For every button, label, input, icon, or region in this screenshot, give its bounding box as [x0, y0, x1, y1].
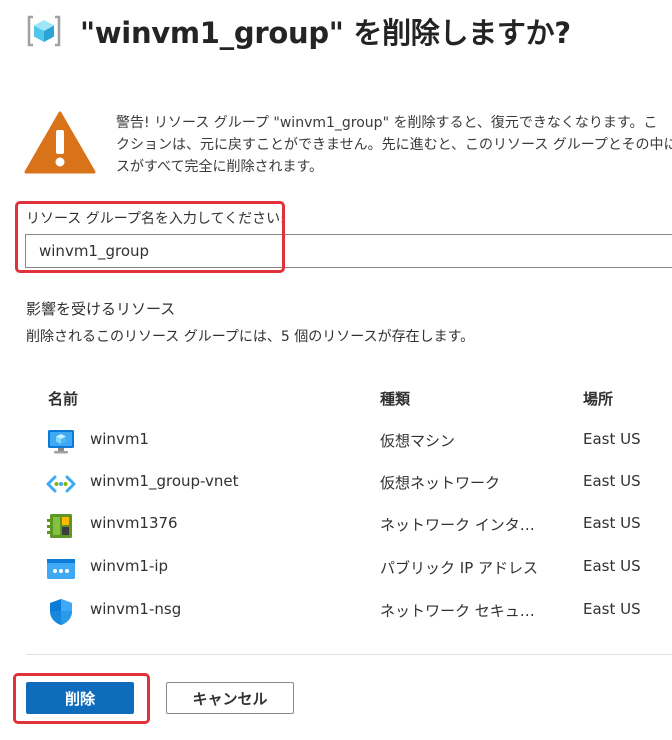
- virtual-network-icon: [46, 475, 76, 493]
- table-row: winvm1376 ネットワーク インターフェ... East US: [0, 505, 672, 547]
- delete-button[interactable]: 削除: [26, 682, 134, 714]
- table-row: winvm1-nsg ネットワーク セキュリテ... East US: [0, 591, 672, 633]
- table-row: winvm1 仮想マシン East US: [0, 421, 672, 463]
- dialog-title: "winvm1_group" を削除しますか?: [80, 16, 571, 50]
- affected-resources-description: 削除されるこのリソース グループには、5 個のリソースが存在します。: [26, 329, 475, 345]
- table-row: winvm1-ip パブリック IP アドレス East US: [0, 548, 672, 590]
- confirm-name-label: リソース グループ名を入力してください:: [26, 211, 285, 227]
- dialog-header: "winvm1_group" を削除しますか?: [24, 10, 571, 52]
- footer-divider: [26, 654, 672, 655]
- resource-location: East US: [583, 472, 641, 490]
- virtual-machine-icon: [48, 430, 74, 454]
- table-row: winvm1_group-vnet 仮想ネットワーク East US: [0, 463, 672, 505]
- resource-type: 仮想マシン: [380, 432, 456, 450]
- resource-name[interactable]: winvm1_group-vnet: [90, 472, 239, 490]
- resource-location: East US: [583, 557, 641, 575]
- public-ip-icon: [47, 559, 75, 579]
- column-header-name: 名前: [48, 390, 79, 408]
- resource-name[interactable]: winvm1: [90, 430, 149, 448]
- cancel-button[interactable]: キャンセル: [166, 682, 294, 714]
- warning-icon: [24, 111, 96, 174]
- column-header-location: 場所: [583, 390, 614, 408]
- resource-group-name-input[interactable]: [25, 234, 672, 268]
- warning-message: 警告! リソース グループ "winvm1_group" を削除すると、復元でき…: [116, 115, 672, 175]
- resource-location: East US: [583, 430, 641, 448]
- resource-name[interactable]: winvm1376: [90, 514, 178, 532]
- resource-location: East US: [583, 600, 641, 618]
- resource-type: ネットワーク セキュリテ...: [380, 602, 548, 620]
- resource-name[interactable]: winvm1-ip: [90, 557, 168, 575]
- column-header-type: 種類: [380, 390, 411, 408]
- resource-name[interactable]: winvm1-nsg: [90, 600, 181, 618]
- resource-group-icon: [27, 15, 61, 47]
- resource-type: ネットワーク インターフェ...: [380, 516, 548, 534]
- network-interface-icon: [47, 514, 72, 538]
- network-security-group-icon: [50, 599, 72, 625]
- resource-type: 仮想ネットワーク: [380, 474, 501, 492]
- affected-resources-title: 影響を受けるリソース: [26, 300, 176, 318]
- resource-type: パブリック IP アドレス: [380, 559, 539, 577]
- resource-location: East US: [583, 514, 641, 532]
